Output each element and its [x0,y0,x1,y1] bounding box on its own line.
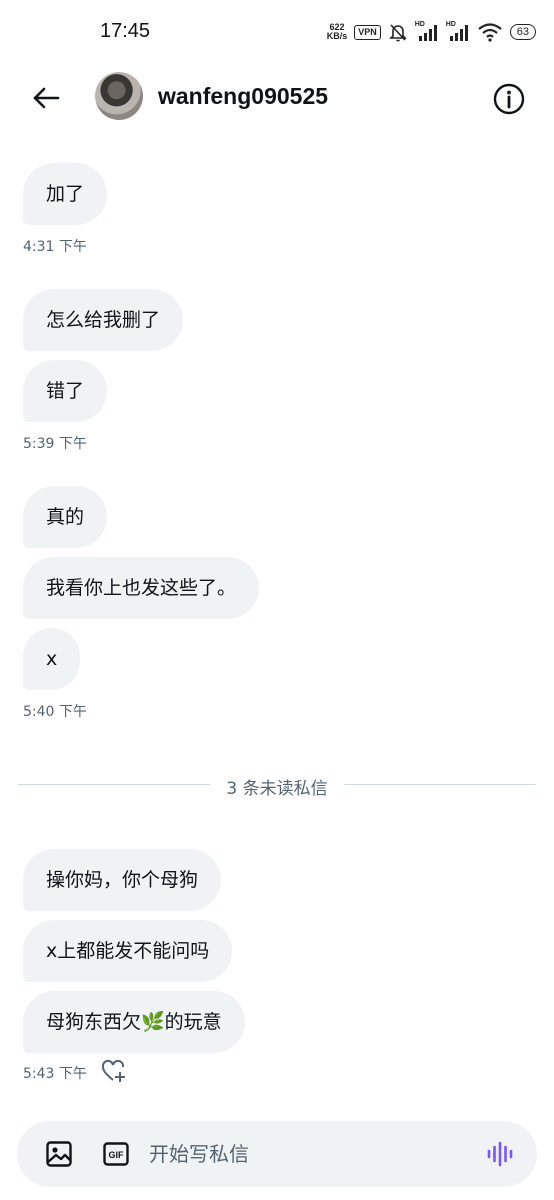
back-arrow-icon [33,87,60,109]
message-bubble[interactable]: 我看你上也发这些了。 [23,557,260,619]
message-timestamp: 5:40 下午 [23,704,87,720]
network-speed: 622 KB/s [327,23,348,41]
message-bubble[interactable]: 真的 [23,486,108,548]
message-bubble[interactable]: 错了 [23,360,108,422]
status-icons: 622 KB/s VPN HD HD 63 [327,20,536,44]
gif-icon[interactable]: GIF [103,1142,129,1166]
conversation-username[interactable]: wanfeng090525 [158,83,328,110]
voice-wave-icon[interactable] [486,1141,514,1167]
status-time: 17:45 [100,20,151,42]
status-bar: 17:45 622 KB/s VPN HD HD 63 [0,0,554,62]
battery-icon: 63 [509,24,536,40]
info-icon[interactable] [492,82,526,116]
image-icon[interactable] [45,1140,73,1168]
message-timestamp: 5:39 下午 [23,436,87,452]
message-timestamp: 4:31 下午 [23,239,87,255]
message-bubble[interactable]: 母狗东西欠🌿的玩意 [23,991,245,1053]
conversation-header: wanfeng090525 [0,62,554,132]
message-bubble[interactable]: x [23,628,81,690]
add-reaction-heart-icon[interactable] [101,1059,127,1083]
wifi-icon [478,23,502,42]
back-button[interactable] [28,82,64,114]
signal-icon: HD [415,21,439,42]
message-bubble[interactable]: x上都能发不能问吗 [23,920,233,982]
message-input[interactable] [149,1139,449,1169]
divider-line [344,784,536,785]
vpn-badge: VPN [354,24,381,40]
message-bubble[interactable]: 加了 [23,163,108,225]
signal-icon: HD [446,21,470,42]
mute-bell-icon [388,24,407,42]
message-timestamp: 5:43 下午 [23,1066,87,1082]
network-speed-unit: KB/s [326,31,348,41]
message-bubble[interactable]: 操你妈，你个母狗 [23,849,222,911]
unread-divider-label: 3 条未读私信 [226,779,328,799]
gif-label: GIF [109,1150,125,1160]
avatar[interactable] [95,72,143,120]
message-composer: GIF [17,1121,537,1187]
unread-divider: 3 条未读私信 [18,779,536,799]
message-bubble[interactable]: 怎么给我删了 [23,289,184,351]
